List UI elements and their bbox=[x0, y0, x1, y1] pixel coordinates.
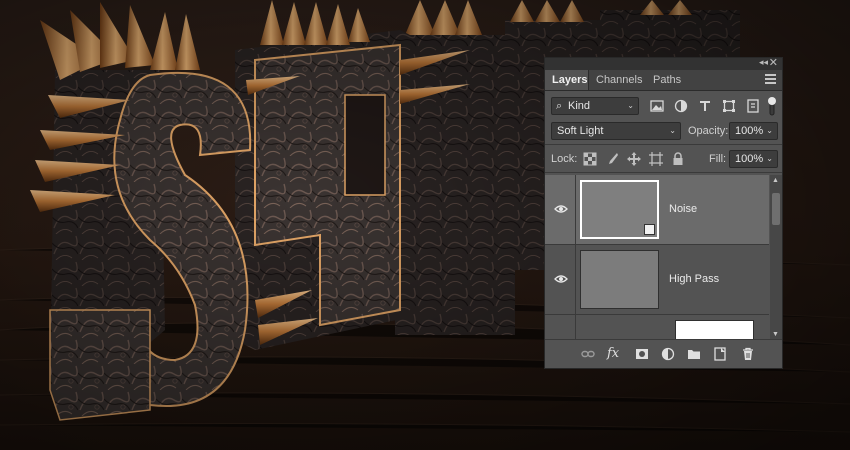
chevron-down-icon: ⌄ bbox=[669, 126, 676, 135]
visibility-column bbox=[545, 315, 576, 340]
layer-row-partial[interactable] bbox=[545, 315, 769, 340]
layer-row-noise[interactable]: Noise bbox=[545, 175, 769, 245]
close-panel-button[interactable]: ✕ bbox=[769, 56, 778, 69]
panel-menu-icon[interactable] bbox=[765, 74, 776, 86]
panel-tab-bar: Layers Channels Paths bbox=[545, 70, 782, 91]
fill-field[interactable]: 100% ⌄ bbox=[729, 150, 778, 168]
fill-label: Fill: bbox=[709, 153, 727, 165]
tab-layers[interactable]: Layers bbox=[545, 70, 589, 90]
lock-transparent-pixels-icon[interactable] bbox=[583, 152, 597, 166]
layers-panel: ◂◂ ✕ Layers Channels Paths ⌕ Kind ⌄ Soft… bbox=[544, 57, 783, 369]
tab-channels[interactable]: Channels bbox=[589, 70, 649, 90]
tab-paths[interactable]: Paths bbox=[646, 70, 688, 90]
lock-image-pixels-icon[interactable] bbox=[605, 152, 619, 166]
visibility-column bbox=[545, 245, 576, 314]
image-filter-icon[interactable] bbox=[650, 99, 664, 113]
layers-bottom-bar: fx bbox=[545, 339, 782, 368]
type-filter-icon[interactable] bbox=[698, 99, 712, 113]
chevron-up-icon[interactable]: ▲ bbox=[772, 177, 779, 184]
layer-list: Noise High Pass bbox=[545, 175, 769, 340]
eye-icon[interactable] bbox=[554, 274, 568, 284]
smart-object-filter-icon[interactable] bbox=[746, 99, 760, 113]
scrollbar-thumb[interactable] bbox=[772, 193, 780, 225]
layer-name[interactable]: Noise bbox=[669, 203, 697, 215]
smart-object-icon bbox=[644, 224, 655, 235]
shape-filter-icon[interactable] bbox=[722, 99, 736, 113]
delete-layer-icon[interactable] bbox=[741, 347, 755, 361]
layer-thumbnail[interactable] bbox=[580, 250, 659, 309]
layer-list-scrollbar[interactable]: ▲ ▼ bbox=[770, 175, 782, 340]
eye-icon[interactable] bbox=[554, 204, 568, 214]
new-layer-icon[interactable] bbox=[713, 347, 727, 361]
chevron-down-icon: ⌄ bbox=[627, 101, 634, 110]
filter-kind-dropdown[interactable]: ⌕ Kind ⌄ bbox=[551, 97, 639, 115]
filter-kind-label: Kind bbox=[568, 100, 591, 112]
layer-thumbnail[interactable] bbox=[580, 180, 659, 239]
divider bbox=[545, 144, 782, 145]
opacity-field[interactable]: 100% ⌄ bbox=[729, 122, 778, 140]
layer-row-high-pass[interactable]: High Pass bbox=[545, 245, 769, 315]
adjustment-layer-icon[interactable] bbox=[661, 347, 675, 361]
link-layers-icon[interactable] bbox=[581, 347, 595, 361]
layer-thumbnail[interactable] bbox=[675, 320, 754, 340]
filter-toggle-icon[interactable] bbox=[767, 96, 777, 116]
blend-mode-dropdown[interactable]: Soft Light ⌄ bbox=[551, 122, 681, 140]
search-icon: ⌕ bbox=[556, 100, 563, 112]
opacity-label: Opacity: bbox=[688, 125, 729, 137]
chevron-down-icon[interactable]: ▼ bbox=[772, 331, 779, 338]
divider bbox=[545, 172, 782, 173]
panel-title-strip[interactable]: ◂◂ ✕ bbox=[545, 56, 782, 70]
collapse-panel-button[interactable]: ◂◂ bbox=[759, 57, 768, 68]
fill-value: 100% bbox=[735, 153, 764, 165]
opacity-value: 100% bbox=[735, 125, 764, 137]
lock-all-icon[interactable] bbox=[671, 152, 685, 166]
fx-icon[interactable]: fx bbox=[607, 347, 625, 361]
chevron-down-icon: ⌄ bbox=[766, 154, 773, 163]
lock-artboard-icon[interactable] bbox=[649, 152, 663, 166]
lock-label: Lock: bbox=[551, 153, 578, 165]
adjustment-filter-icon[interactable] bbox=[674, 99, 688, 113]
lock-position-icon[interactable] bbox=[627, 152, 641, 166]
layer-name[interactable]: High Pass bbox=[669, 273, 719, 285]
visibility-column bbox=[545, 175, 576, 244]
add-mask-icon[interactable] bbox=[635, 347, 649, 361]
blend-mode-value: Soft Light bbox=[557, 125, 604, 137]
new-group-icon[interactable] bbox=[687, 347, 701, 361]
chevron-down-icon: ⌄ bbox=[766, 126, 773, 135]
